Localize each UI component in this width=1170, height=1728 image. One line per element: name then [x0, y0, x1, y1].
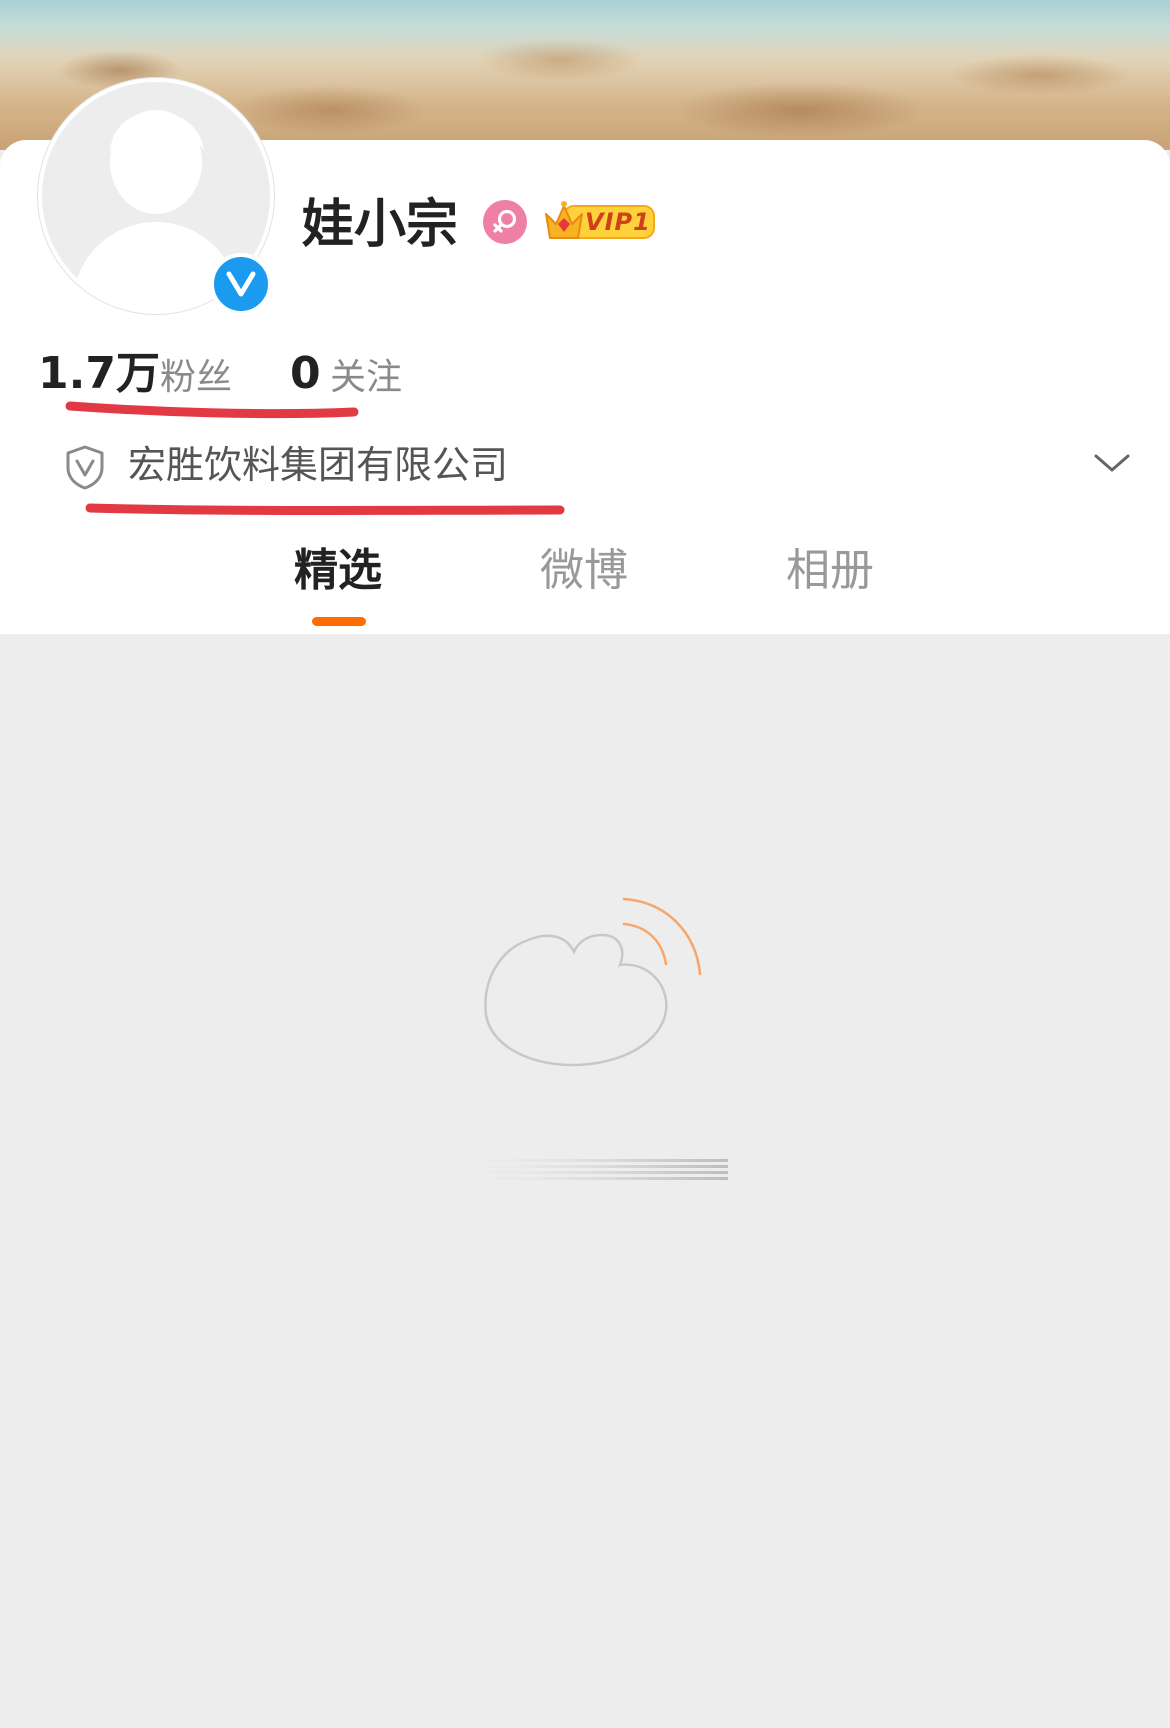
verified-v-icon: [210, 253, 272, 315]
verified-company-name: 宏胜饮料集团有限公司: [128, 443, 509, 487]
following-count[interactable]: 0: [290, 344, 321, 404]
followers-count[interactable]: 1.7万: [38, 344, 160, 404]
loading-progress-bar: [438, 1159, 728, 1180]
annotation-underline: [65, 401, 359, 419]
female-icon: [483, 200, 527, 244]
weibo-logo-icon: [484, 897, 702, 1067]
tab-weibo[interactable]: 微博: [540, 536, 628, 606]
tab-album[interactable]: 相册: [786, 536, 874, 606]
profile-name: 娃小宗: [302, 195, 459, 255]
chevron-down-icon[interactable]: [1092, 448, 1132, 478]
active-tab-indicator: [312, 617, 366, 626]
annotation-underline: [85, 503, 565, 515]
tab-featured[interactable]: 精选: [294, 536, 382, 606]
vip-badge-label: VIP1: [585, 208, 651, 236]
shield-v-icon: [66, 445, 104, 490]
